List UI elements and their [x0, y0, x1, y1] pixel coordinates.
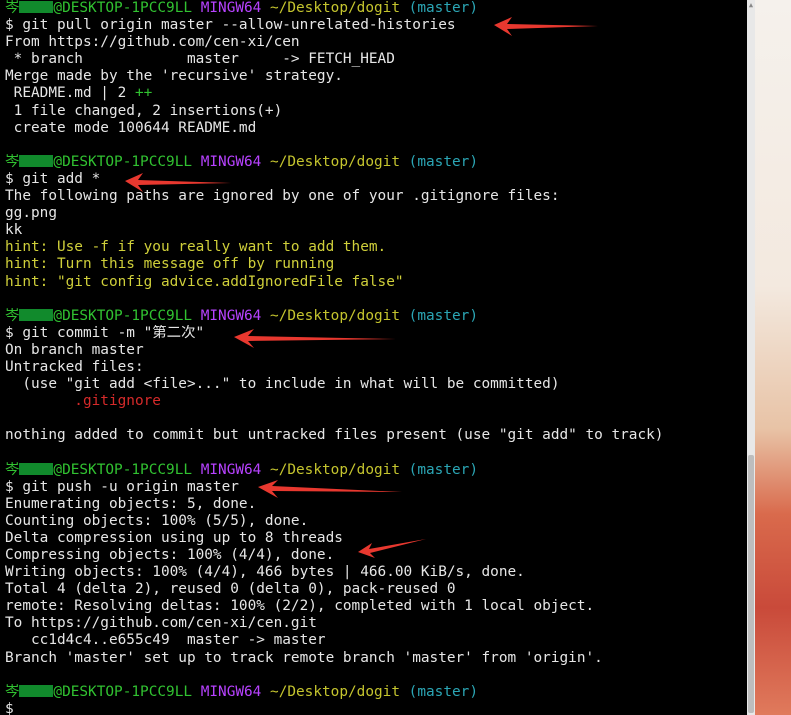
prompt-path: ~/Desktop/dogit — [270, 153, 400, 170]
output-line: Merge made by the 'recursive' strategy. — [5, 68, 343, 85]
prompt-branch: (master) — [408, 461, 478, 478]
prompt-line: 岑 @DESKTOP-1PCC9LL MINGW64 ~/Desktop/dogi… — [5, 462, 740, 479]
prompt-shell: MINGW64 — [200, 461, 262, 478]
hint-line: hint: Turn this message off by running — [5, 256, 335, 273]
command-input-line[interactable]: $ — [5, 701, 740, 715]
output-line: nothing added to commit but untracked fi… — [5, 427, 664, 444]
annotation-arrow-add — [125, 173, 231, 192]
vertical-scrollbar[interactable]: ▲ — [747, 0, 755, 715]
output-line: Branch 'master' set up to track remote b… — [5, 649, 603, 666]
hint-line: hint: "git config advice.addIgnoredFile … — [5, 273, 404, 290]
prompt-shell: MINGW64 — [200, 153, 262, 170]
prompt-host: @DESKTOP-1PCC9LL — [53, 0, 193, 16]
output-line: cc1d4c4..e655c49 master -> master — [5, 632, 326, 649]
ignored-file: gg.png — [5, 205, 57, 222]
output-line: README.md | 2 ++ — [5, 85, 740, 102]
prompt-shell: MINGW64 — [200, 0, 262, 16]
prompt-line: 岑 @DESKTOP-1PCC9LL MINGW64 ~/Desktop/dogi… — [5, 0, 740, 17]
redacted-username — [19, 154, 54, 167]
prompt-branch: (master) — [408, 153, 478, 170]
desktop-background — [755, 0, 791, 715]
prompt-host: @DESKTOP-1PCC9LL — [53, 307, 193, 324]
prompt-user: 岑 — [5, 307, 20, 324]
output-line: Writing objects: 100% (4/4), 466 bytes |… — [5, 564, 525, 581]
prompt-branch: (master) — [408, 0, 478, 16]
hint-line: hint: Use -f if you really want to add t… — [5, 239, 387, 256]
prompt-user: 岑 — [5, 461, 20, 478]
prompt-shell: MINGW64 — [200, 307, 262, 324]
output-line: Counting objects: 100% (5/5), done. — [5, 512, 309, 529]
untracked-file: .gitignore — [5, 393, 161, 410]
diffstat-plus: ++ — [134, 85, 153, 102]
output-line: 1 file changed, 2 insertions(+) — [5, 102, 283, 119]
output-line: remote: Resolving deltas: 100% (2/2), co… — [5, 598, 595, 615]
output-line: * branch master -> FETCH_HEAD — [5, 51, 395, 68]
prompt-path: ~/Desktop/dogit — [270, 307, 400, 324]
diffstat-file: README.md | 2 — [5, 85, 135, 102]
output-line: The following paths are ignored by one o… — [5, 188, 560, 205]
prompt-host: @DESKTOP-1PCC9LL — [53, 461, 193, 478]
scroll-up-icon[interactable]: ▲ — [747, 0, 755, 10]
redacted-username — [19, 684, 54, 697]
output-line: Total 4 (delta 2), reused 0 (delta 0), p… — [5, 581, 456, 598]
prompt-user: 岑 — [5, 153, 20, 170]
redacted-username — [19, 308, 54, 321]
prompt-path: ~/Desktop/dogit — [270, 461, 400, 478]
prompt-branch: (master) — [408, 683, 478, 700]
terminal-output: 岑 @DESKTOP-1PCC9LL MINGW64 ~/Desktop/dogi… — [5, 0, 740, 715]
prompt-user: 岑 — [5, 683, 20, 700]
prompt-path: ~/Desktop/dogit — [270, 683, 400, 700]
redacted-username — [19, 462, 54, 475]
prompt-line: 岑 @DESKTOP-1PCC9LL MINGW64 ~/Desktop/dogi… — [5, 684, 740, 701]
output-line: create mode 100644 README.md — [5, 119, 257, 136]
command-git-add: $ git add * — [5, 170, 101, 187]
prompt-line: 岑 @DESKTOP-1PCC9LL MINGW64 ~/Desktop/dogi… — [5, 154, 740, 171]
annotation-arrow-compress — [358, 539, 426, 558]
annotation-arrow-pull — [494, 17, 598, 36]
prompt-path: ~/Desktop/dogit — [270, 0, 400, 16]
prompt-host: @DESKTOP-1PCC9LL — [53, 683, 193, 700]
ignored-file: kk — [5, 222, 23, 239]
prompt-symbol: $ — [5, 700, 14, 715]
prompt-shell: MINGW64 — [200, 683, 262, 700]
output-line: (use "git add <file>..." to include in w… — [5, 376, 560, 393]
annotation-arrow-push — [258, 480, 402, 498]
prompt-host: @DESKTOP-1PCC9LL — [53, 153, 193, 170]
prompt-branch: (master) — [408, 307, 478, 324]
output-line: From https://github.com/cen-xi/cen — [5, 34, 300, 51]
annotation-arrow-commit — [234, 329, 396, 348]
command-git-pull: $ git pull origin master --allow-unrelat… — [5, 17, 456, 34]
prompt-user: 岑 — [5, 0, 20, 16]
output-line: Untracked files: — [5, 358, 144, 375]
redacted-username — [19, 1, 54, 13]
prompt-line: 岑 @DESKTOP-1PCC9LL MINGW64 ~/Desktop/dogi… — [5, 308, 740, 325]
scrollbar-thumb[interactable] — [748, 455, 754, 713]
output-line: To https://github.com/cen-xi/cen.git — [5, 615, 317, 632]
terminal-window[interactable]: 岑 @DESKTOP-1PCC9LL MINGW64 ~/Desktop/dogi… — [0, 0, 747, 715]
